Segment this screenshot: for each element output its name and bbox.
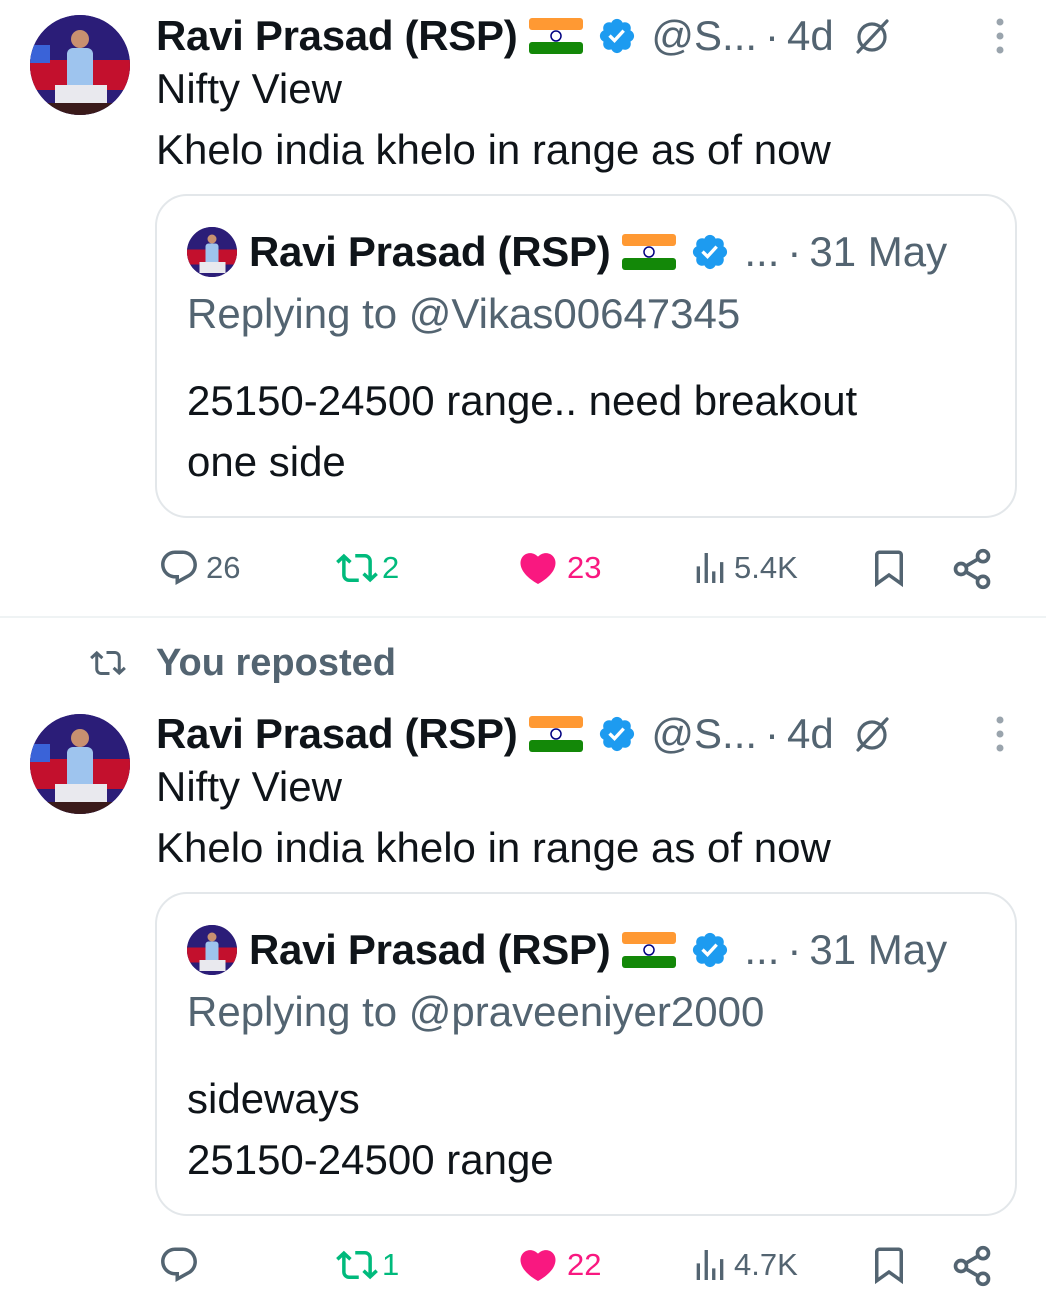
- quoted-text-line-2: 25150-24500 range: [187, 1136, 554, 1183]
- post-text-line-2: Khelo india khelo in range as of now: [156, 824, 831, 871]
- quoted-header: Ravi Prasad (RSP) ... · 31 May: [187, 224, 947, 280]
- separator-dot: ·: [765, 710, 780, 757]
- grok-icon[interactable]: [852, 16, 892, 56]
- quoted-author-name: Ravi Prasad (RSP): [249, 926, 611, 973]
- repost-icon: [336, 553, 378, 583]
- grok-icon[interactable]: [852, 714, 892, 754]
- action-bar: 1 22 4.7K: [0, 1240, 1046, 1290]
- quoted-author-name: Ravi Prasad (RSP): [249, 228, 611, 275]
- author-name[interactable]: Ravi Prasad (RSP): [156, 710, 518, 758]
- repost-button[interactable]: 1: [334, 1240, 399, 1290]
- repost-count: 1: [382, 1247, 400, 1282]
- avatar[interactable]: [30, 15, 130, 115]
- replying-to: Replying to @praveeniyer2000: [187, 988, 765, 1035]
- separator-dot: ·: [787, 228, 802, 275]
- author-handle[interactable]: @S...: [651, 12, 757, 60]
- quoted-text-line-1: 25150-24500 range.. need breakout: [187, 377, 858, 424]
- quoted-post[interactable]: Ravi Prasad (RSP) ... · 31 May Replying …: [155, 892, 1017, 1216]
- verified-icon: [693, 932, 728, 968]
- post-text-line-1: Nifty View: [156, 763, 342, 810]
- post-time[interactable]: 4d: [787, 12, 834, 60]
- post-1[interactable]: Ravi Prasad (RSP) @S... · 4d Nifty View …: [0, 0, 1046, 616]
- share-icon[interactable]: [950, 1244, 994, 1288]
- post-time[interactable]: 4d: [787, 710, 834, 758]
- post-2[interactable]: Ravi Prasad (RSP) @S... · 4d Nifty View …: [0, 698, 1046, 1287]
- views-icon: [696, 553, 724, 583]
- views-count: 5.4K: [734, 550, 798, 585]
- post-text-line-1: Nifty View: [156, 65, 342, 112]
- verified-icon: [693, 234, 728, 270]
- flag-icon: [622, 234, 677, 270]
- verified-icon: [600, 18, 635, 54]
- quoted-avatar: [187, 227, 237, 277]
- author-handle[interactable]: @S...: [651, 710, 757, 758]
- share-icon[interactable]: [950, 547, 994, 591]
- action-bar: 26 2 23 5.4K: [0, 543, 1046, 593]
- flag-icon: [529, 18, 584, 54]
- more-icon[interactable]: [994, 714, 1006, 754]
- reply-button[interactable]: [158, 1240, 206, 1290]
- flag-icon: [622, 932, 677, 968]
- reply-icon: [161, 550, 197, 585]
- views-count: 4.7K: [734, 1247, 798, 1282]
- like-button[interactable]: 22: [517, 1240, 601, 1290]
- like-count: 23: [567, 550, 602, 585]
- flag-icon: [529, 716, 584, 752]
- bookmark-icon[interactable]: [868, 547, 910, 589]
- quoted-header: Ravi Prasad (RSP) ... · 31 May: [187, 922, 947, 978]
- reply-button[interactable]: 26: [158, 543, 240, 593]
- views-button[interactable]: 5.4K: [690, 543, 798, 593]
- repost-context-label: You reposted: [156, 641, 396, 684]
- quoted-time: 31 May: [809, 228, 948, 275]
- quoted-avatar: [187, 925, 237, 975]
- post-header: Ravi Prasad (RSP) @S... · 4d: [156, 12, 892, 60]
- repost-count: 2: [382, 550, 400, 585]
- repost-button[interactable]: 2: [334, 543, 399, 593]
- like-count: 22: [567, 1247, 602, 1282]
- repost-icon: [90, 650, 126, 676]
- views-button[interactable]: 4.7K: [690, 1240, 798, 1290]
- quoted-post[interactable]: Ravi Prasad (RSP) ... · 31 May Replying …: [155, 194, 1017, 518]
- verified-icon: [600, 716, 635, 752]
- post-text-line-2: Khelo india khelo in range as of now: [156, 126, 831, 173]
- quoted-text-line-1: sideways: [187, 1075, 360, 1122]
- quoted-text-line-2: one side: [187, 438, 346, 485]
- replying-to: Replying to @Vikas00647345: [187, 290, 741, 337]
- avatar[interactable]: [30, 714, 130, 814]
- quoted-handle-ellipsis: ...: [744, 228, 780, 275]
- like-button[interactable]: 23: [517, 543, 601, 593]
- post-header: Ravi Prasad (RSP) @S... · 4d: [156, 710, 892, 758]
- repost-context: You reposted: [88, 640, 396, 686]
- author-name[interactable]: Ravi Prasad (RSP): [156, 12, 518, 60]
- like-icon: [520, 553, 556, 585]
- more-icon[interactable]: [994, 16, 1006, 56]
- post-divider: [0, 616, 1046, 618]
- reply-count: 26: [206, 550, 241, 585]
- quoted-time: 31 May: [809, 926, 948, 973]
- separator-dot: ·: [765, 12, 780, 59]
- separator-dot: ·: [787, 926, 802, 973]
- quoted-handle-ellipsis: ...: [744, 926, 780, 973]
